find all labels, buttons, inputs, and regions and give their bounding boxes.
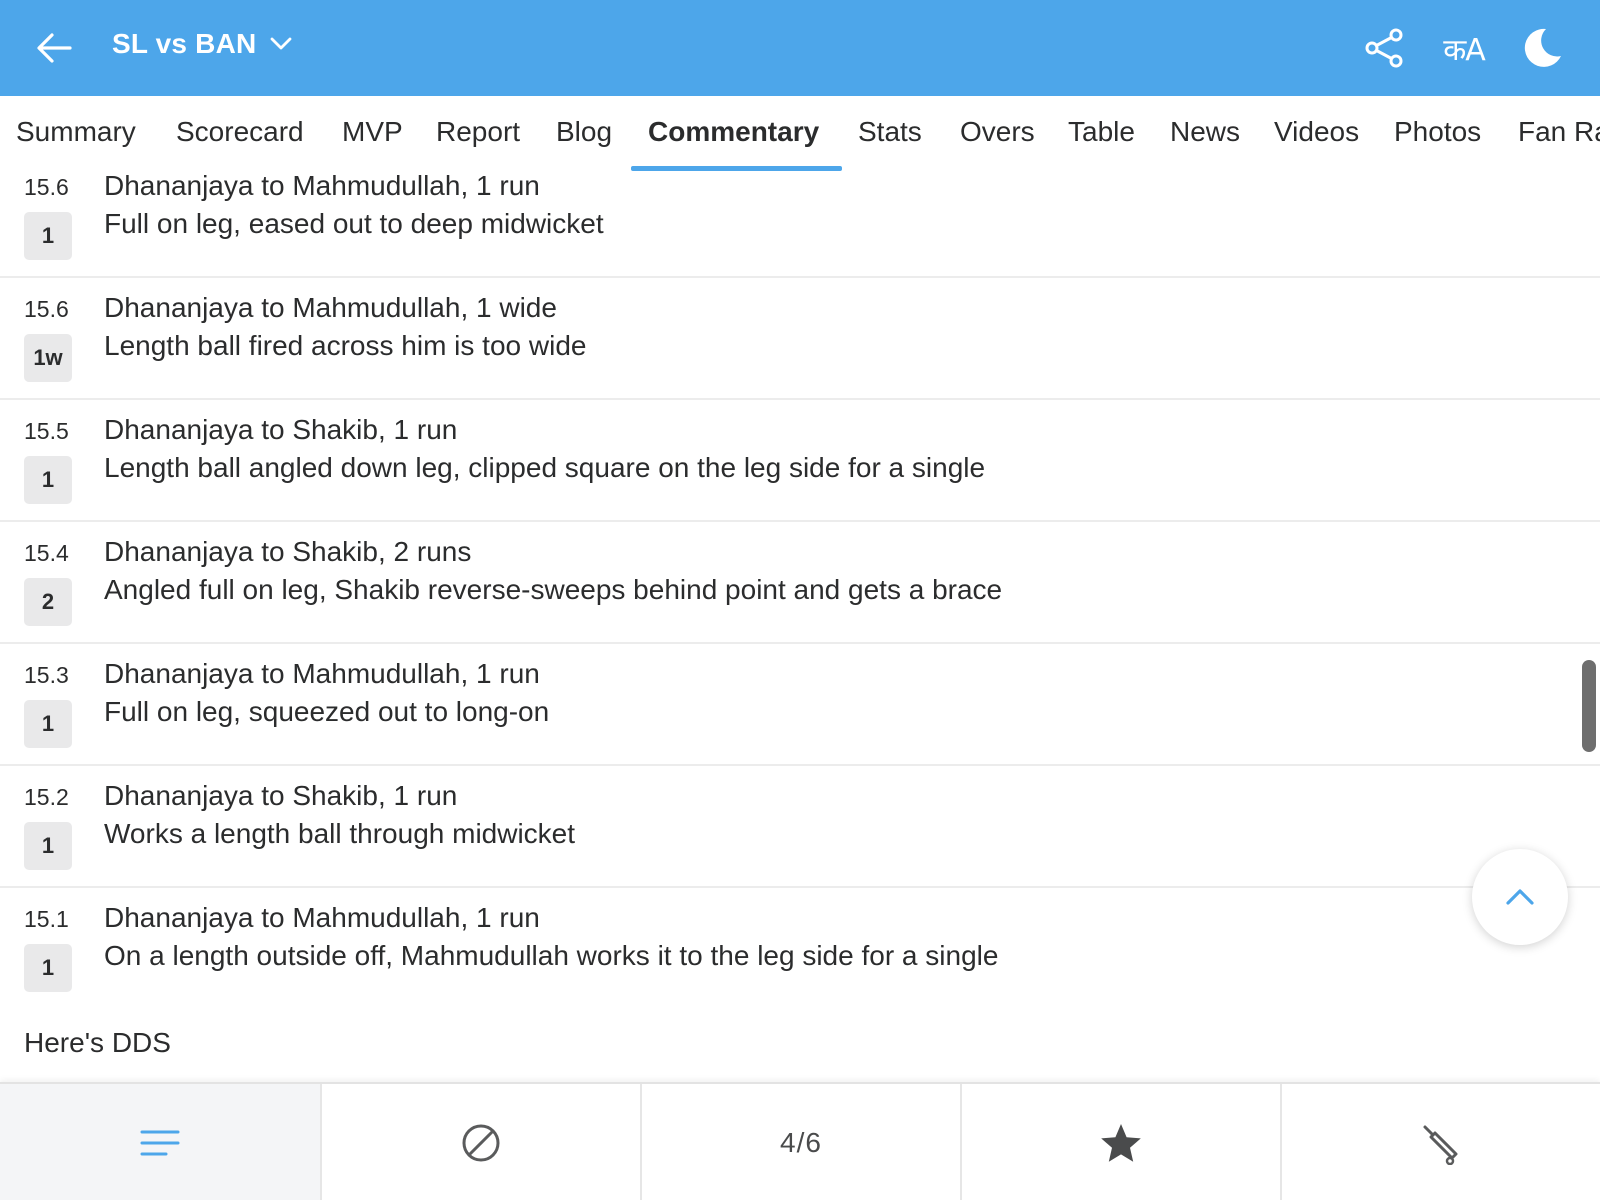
language-button[interactable]: कA [1434, 24, 1494, 72]
tab-stats[interactable]: Stats [858, 116, 922, 148]
commentary-headline: Dhananjaya to Shakib, 2 runs [104, 536, 472, 567]
cricket-bat-icon [1423, 1125, 1458, 1165]
ball-icon [462, 1124, 500, 1162]
tab-blog[interactable]: Blog [556, 116, 612, 148]
over-number: 15.1 [24, 906, 69, 932]
runs-badge: 1 [24, 212, 72, 260]
menu-icon [140, 1130, 180, 1156]
commentary-headline: Dhananjaya to Mahmudullah, 1 run [104, 658, 540, 689]
commentary-headline: Dhananjaya to Mahmudullah, 1 run [104, 170, 540, 201]
share-icon [1365, 28, 1403, 68]
bottom-nav-ball[interactable] [320, 1084, 640, 1200]
commentary-text: Length ball fired across him is too wide [104, 330, 587, 361]
app-header: SL vs BAN कA [0, 0, 1600, 96]
over-number: 15.2 [24, 784, 69, 810]
bottom-nav-commentary[interactable] [0, 1084, 320, 1200]
commentary-headline: Dhananjaya to Shakib, 1 run [104, 414, 458, 445]
tab-fan-ratings[interactable]: Fan Ra [1518, 116, 1600, 148]
commentary-item: 15.5 1 Dhananjaya to Shakib, 1 run Lengt… [0, 400, 1600, 522]
tab-bar: Summary Scorecard MVP Report Blog Commen… [0, 96, 1600, 174]
page-indicator: 4/6 [780, 1127, 822, 1158]
tab-summary[interactable]: Summary [16, 116, 136, 148]
match-selector[interactable]: SL vs BAN [112, 28, 292, 60]
over-number: 15.3 [24, 662, 69, 688]
dark-mode-icon [1524, 28, 1561, 67]
commentary-text: Full on leg, eased out to deep midwicket [104, 208, 604, 239]
bottom-nav-batting[interactable] [1280, 1084, 1600, 1200]
back-button[interactable] [32, 26, 76, 70]
tab-commentary[interactable]: Commentary [648, 116, 819, 148]
back-arrow-icon [37, 33, 72, 63]
runs-badge: 1 [24, 822, 72, 870]
runs-badge: 1 [24, 944, 72, 992]
over-number: 15.6 [24, 296, 69, 322]
commentary-item: 15.4 2 Dhananjaya to Shakib, 2 runs Angl… [0, 522, 1600, 644]
over-number: 15.4 [24, 540, 69, 566]
star-icon [1101, 1124, 1141, 1162]
match-title: SL vs BAN [112, 28, 257, 59]
commentary-item: 15.2 1 Dhananjaya to Shakib, 1 run Works… [0, 766, 1600, 888]
active-tab-indicator [631, 166, 842, 171]
scrollbar-thumb[interactable] [1582, 660, 1596, 752]
commentary-text: Angled full on leg, Shakib reverse-sweep… [104, 574, 1003, 605]
commentary-text: Full on leg, squeezed out to long-on [104, 696, 550, 727]
runs-badge: 1 [24, 700, 72, 748]
runs-badge: 1w [24, 334, 72, 382]
runs-badge: 1 [24, 456, 72, 504]
commentary-headline: Dhananjaya to Shakib, 1 run [104, 780, 458, 811]
commentary-item: 15.1 1 Dhananjaya to Mahmudullah, 1 run … [0, 888, 1600, 1010]
tab-videos[interactable]: Videos [1274, 116, 1359, 148]
runs-badge: 2 [24, 578, 72, 626]
scroll-to-top-button[interactable] [1472, 849, 1568, 945]
tab-report[interactable]: Report [436, 116, 520, 148]
language-icon: कA [1443, 32, 1486, 68]
tab-mvp[interactable]: MVP [342, 116, 403, 148]
share-button[interactable] [1360, 24, 1408, 72]
dark-mode-button[interactable] [1518, 24, 1566, 72]
over-number: 15.5 [24, 418, 69, 444]
tab-photos[interactable]: Photos [1394, 116, 1481, 148]
commentary-text: Works a length ball through midwicket [104, 818, 576, 849]
over-number: 15.6 [24, 174, 69, 200]
chevron-down-icon [271, 37, 292, 50]
tab-scorecard[interactable]: Scorecard [176, 116, 304, 148]
bottom-nav-highlights[interactable] [960, 1084, 1280, 1200]
commentary-note: Here's DDS [24, 1027, 171, 1058]
commentary-headline: Dhananjaya to Mahmudullah, 1 run [104, 902, 540, 933]
bottom-nav-bar: 4/6 [0, 1082, 1600, 1200]
commentary-headline: Dhananjaya to Mahmudullah, 1 wide [104, 292, 557, 323]
tab-table[interactable]: Table [1068, 116, 1135, 148]
chevron-up-icon [1506, 889, 1534, 905]
bottom-nav-page-indicator[interactable]: 4/6 [640, 1084, 960, 1200]
commentary-item: 15.6 1 Dhananjaya to Mahmudullah, 1 run … [0, 170, 1600, 278]
commentary-item: 15.6 1w Dhananjaya to Mahmudullah, 1 wid… [0, 278, 1600, 400]
commentary-text: Length ball angled down leg, clipped squ… [104, 452, 986, 483]
tab-overs[interactable]: Overs [960, 116, 1035, 148]
commentary-item: 15.3 1 Dhananjaya to Mahmudullah, 1 run … [0, 644, 1600, 766]
commentary-text: On a length outside off, Mahmudullah wor… [104, 940, 999, 971]
tab-news[interactable]: News [1170, 116, 1240, 148]
